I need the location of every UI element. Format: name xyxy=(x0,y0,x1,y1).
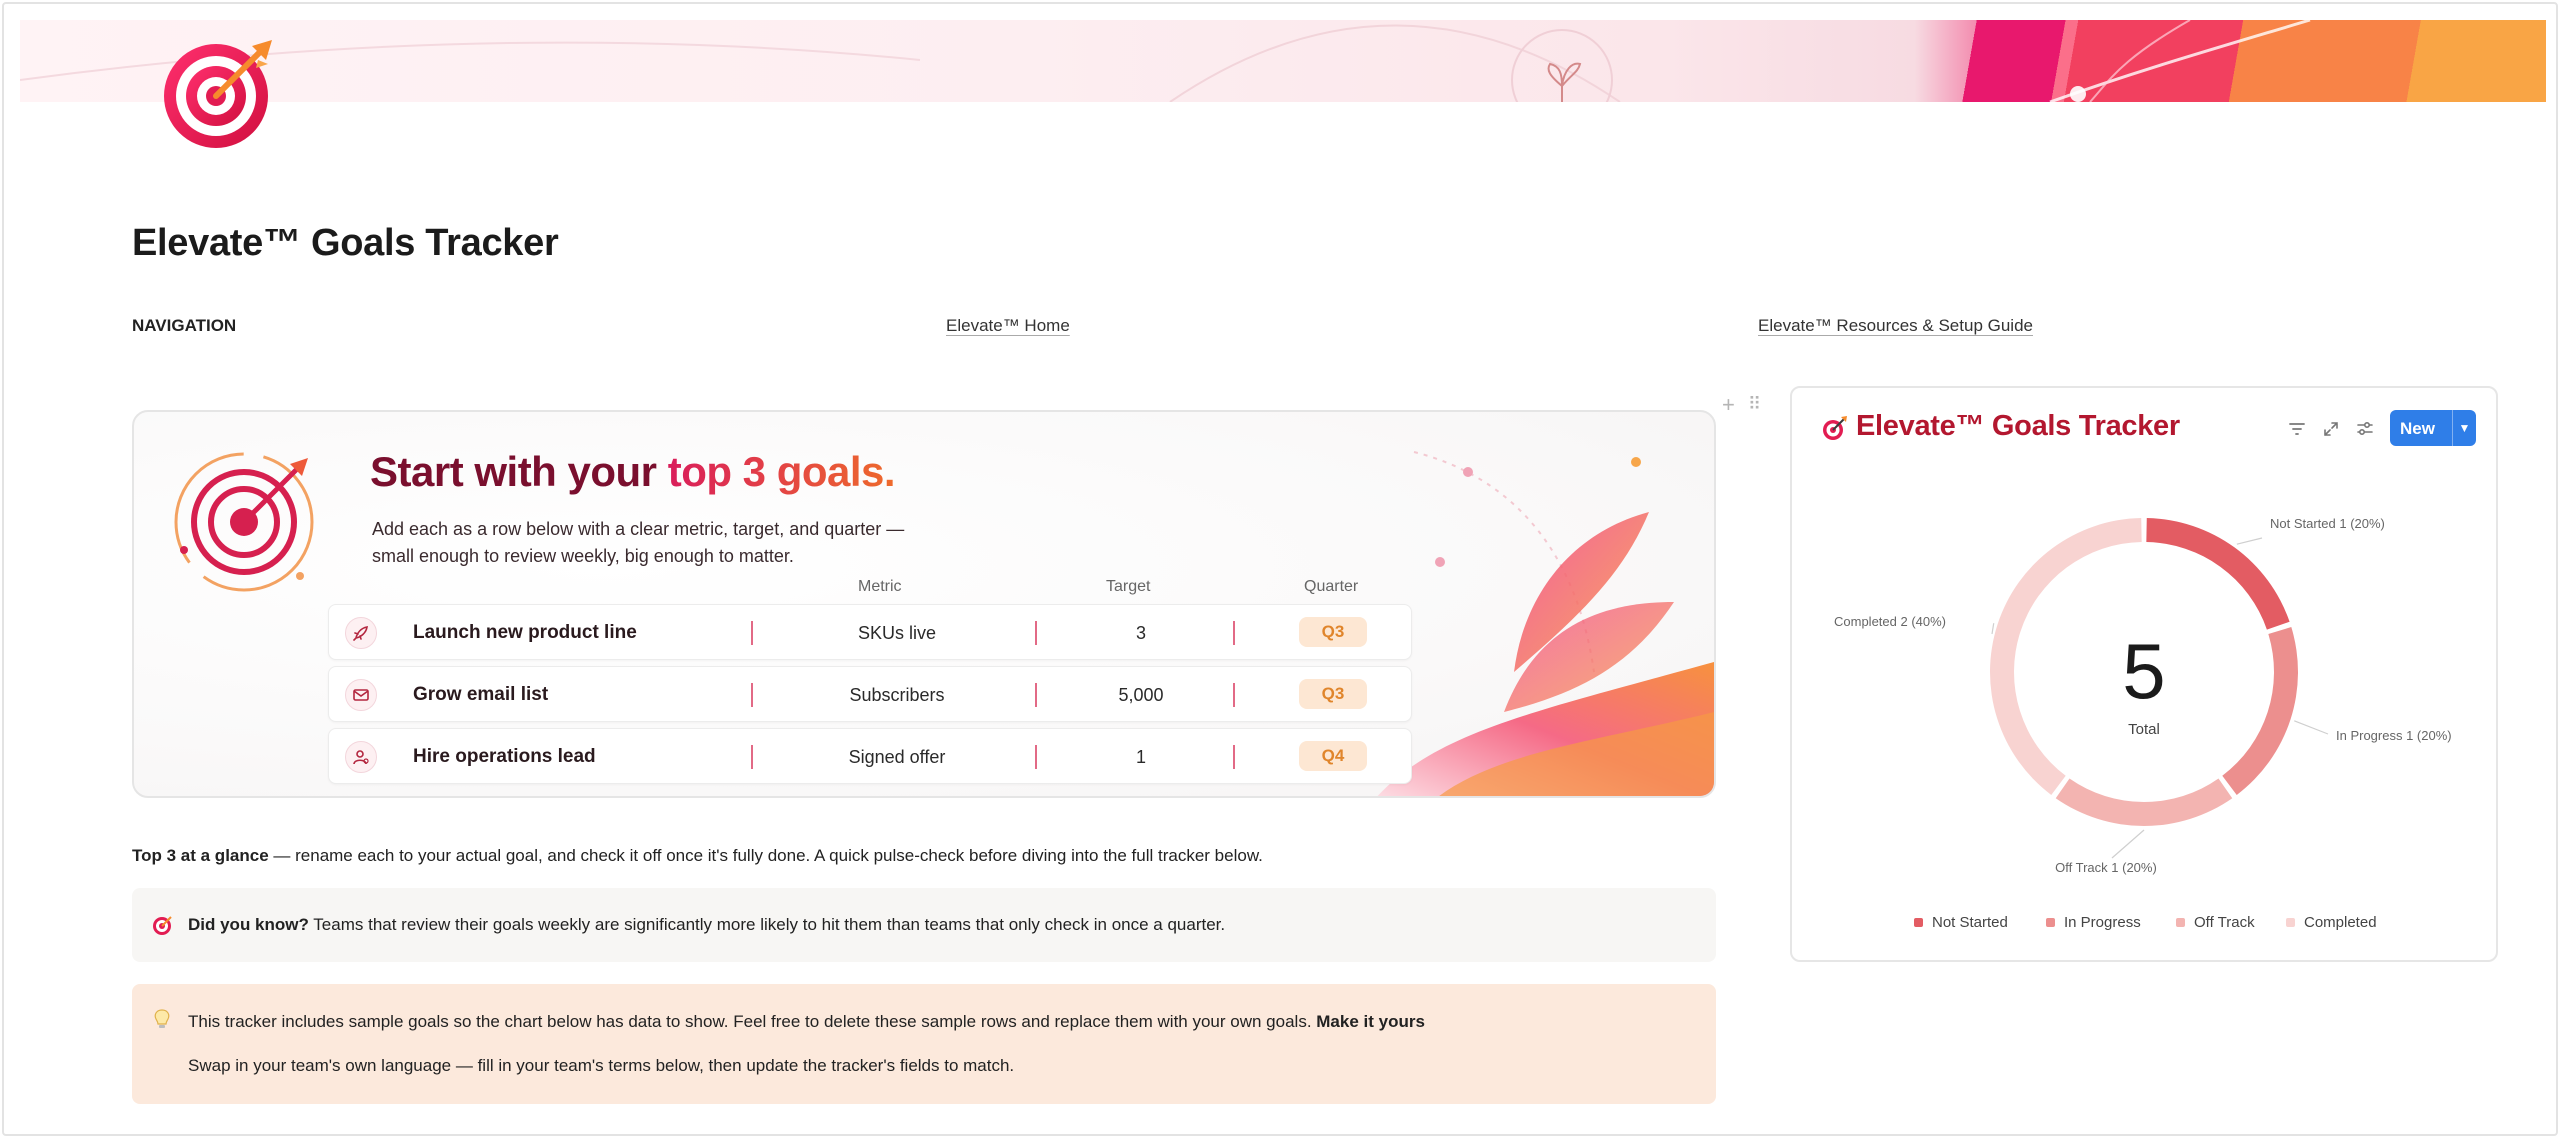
column-header-target: Target xyxy=(1106,578,1151,595)
glance-body: — rename each to your actual goal, and c… xyxy=(268,846,1263,865)
lightbulb-icon xyxy=(154,1009,170,1028)
mail-icon xyxy=(345,679,377,711)
hero-leaf-art xyxy=(1377,451,1714,796)
sample-data-line2: Swap in your team's own language — fill … xyxy=(188,1056,1015,1075)
row-divider xyxy=(1035,683,1037,707)
row-divider xyxy=(751,621,753,645)
donut-chart: Not Started 1 (20%) In Progress 1 (20%) Of… xyxy=(1834,516,2452,931)
legend-item-completed[interactable]: Completed xyxy=(2304,914,2377,931)
legend-item-not-started[interactable]: Not Started xyxy=(1932,914,2008,931)
goal-row[interactable]: Launch new product line SKUs live 3 Q3 xyxy=(328,604,1412,660)
donut-leader-line xyxy=(2236,537,2263,545)
legend-swatch xyxy=(2286,918,2295,927)
row-divider xyxy=(751,745,753,769)
did-you-know-text: Did you know? Teams that review their go… xyxy=(188,915,1225,935)
goal-target: 1 xyxy=(1135,747,1146,767)
hero-card: Start with your top 3 goals. Add each as… xyxy=(132,410,1716,798)
legend-item-in-progress[interactable]: In Progress xyxy=(2064,914,2141,931)
row-divider xyxy=(1233,621,1235,645)
goal-metric: SKUs live xyxy=(857,623,937,643)
goal-target: 5,000 xyxy=(1118,685,1164,705)
donut-data-label: In Progress 1 (20%) xyxy=(2336,728,2452,743)
hero-target-icon xyxy=(174,452,314,592)
donut-leader-line xyxy=(2111,829,2145,859)
goal-metric: Subscribers xyxy=(849,685,945,705)
donut-slice-in-progress[interactable] xyxy=(2222,627,2298,795)
legend-item-off-track[interactable]: Off Track xyxy=(2194,914,2255,931)
drag-handle-icon[interactable]: ⠿ xyxy=(1748,394,1761,415)
nav-link-home[interactable]: Elevate™ Home xyxy=(946,316,1070,336)
donut-leader-line xyxy=(2294,720,2329,735)
legend-swatch xyxy=(2176,918,2185,927)
target-icon xyxy=(153,916,172,935)
row-divider xyxy=(1035,745,1037,769)
legend-swatch xyxy=(1914,918,1923,927)
goal-target: 3 xyxy=(1135,623,1146,643)
page-title: Elevate™ Goals Tracker xyxy=(132,222,559,264)
donut-slice-off-track[interactable] xyxy=(2055,778,2233,826)
donut-slice-completed[interactable] xyxy=(1990,518,2142,795)
column-header-metric: Metric xyxy=(858,578,902,595)
goals-chart-widget: Elevate™ Goals Tracker New ▼ Not Started… xyxy=(1790,386,2498,962)
quarter-badge: Q3 xyxy=(1299,617,1367,647)
add-block-icon[interactable]: + xyxy=(1722,392,1735,418)
did-you-know-body: Teams that review their goals weekly are… xyxy=(308,915,1226,934)
column-header-quarter: Quarter xyxy=(1304,578,1359,595)
quarter-badge: Q3 xyxy=(1299,679,1367,709)
row-divider xyxy=(1035,621,1037,645)
donut-slice-not-started[interactable] xyxy=(2146,518,2290,630)
goal-row[interactable]: Grow email list Subscribers 5,000 Q3 xyxy=(328,666,1412,722)
sample-data-callout: This tracker includes sample goals so th… xyxy=(132,984,1716,1104)
did-you-know-callout: Did you know? Teams that review their go… xyxy=(132,888,1716,962)
row-divider xyxy=(1233,683,1235,707)
hero-heading: Start with your top 3 goals. xyxy=(370,448,896,496)
banner-lines xyxy=(2049,20,2311,102)
goal-row[interactable]: Hire operations lead Signed offer 1 Q4 xyxy=(328,728,1412,784)
hero-subtitle: Add each as a row below with a clear met… xyxy=(372,516,932,570)
navigation-label: NAVIGATION xyxy=(132,316,237,335)
rocket-icon xyxy=(345,617,377,649)
did-you-know-bold: Did you know? xyxy=(188,915,309,934)
goal-metric: Signed offer xyxy=(848,747,946,767)
donut-data-label: Off Track 1 (20%) xyxy=(2055,860,2157,875)
glance-bold: Top 3 at a glance xyxy=(132,846,269,865)
goal-name: Launch new product line xyxy=(413,622,637,643)
donut-data-label: Not Started 1 (20%) xyxy=(2270,516,2385,531)
cover-banner xyxy=(20,20,2546,102)
nav-link-resources[interactable]: Elevate™ Resources & Setup Guide xyxy=(1758,316,2033,336)
sample-data-line1: This tracker includes sample goals so th… xyxy=(188,1012,1425,1032)
person-icon xyxy=(345,741,377,773)
sample-data-body: This tracker includes sample goals so th… xyxy=(188,1012,1317,1031)
legend-swatch xyxy=(2046,918,2055,927)
goal-name: Hire operations lead xyxy=(413,746,596,767)
hero-subtitle-line1: Add each as a row below with a clear met… xyxy=(372,519,905,539)
hero-heading-start: Start with your xyxy=(370,448,668,495)
row-divider xyxy=(751,683,753,707)
quarter-badge: Q4 xyxy=(1299,741,1367,771)
row-divider xyxy=(1233,745,1235,769)
hero-heading-accent: top 3 goals. xyxy=(667,448,896,495)
donut-center-label: Total xyxy=(2128,721,2160,738)
sample-data-bold: Make it yours xyxy=(1316,1012,1425,1031)
glance-text: Top 3 at a glance — rename each to your … xyxy=(132,846,1263,866)
goal-name: Grow email list xyxy=(413,684,549,705)
donut-center-value: 5 xyxy=(2122,627,2165,715)
donut-leader-line xyxy=(1991,623,1995,635)
page-frame: Elevate™ Goals Tracker NAVIGATION Elevat… xyxy=(2,2,2558,1136)
donut-data-label: Completed 2 (40%) xyxy=(1834,614,1946,629)
target-logo-icon xyxy=(164,40,272,148)
hero-subtitle-line2: small enough to review weekly, big enoug… xyxy=(372,546,794,566)
